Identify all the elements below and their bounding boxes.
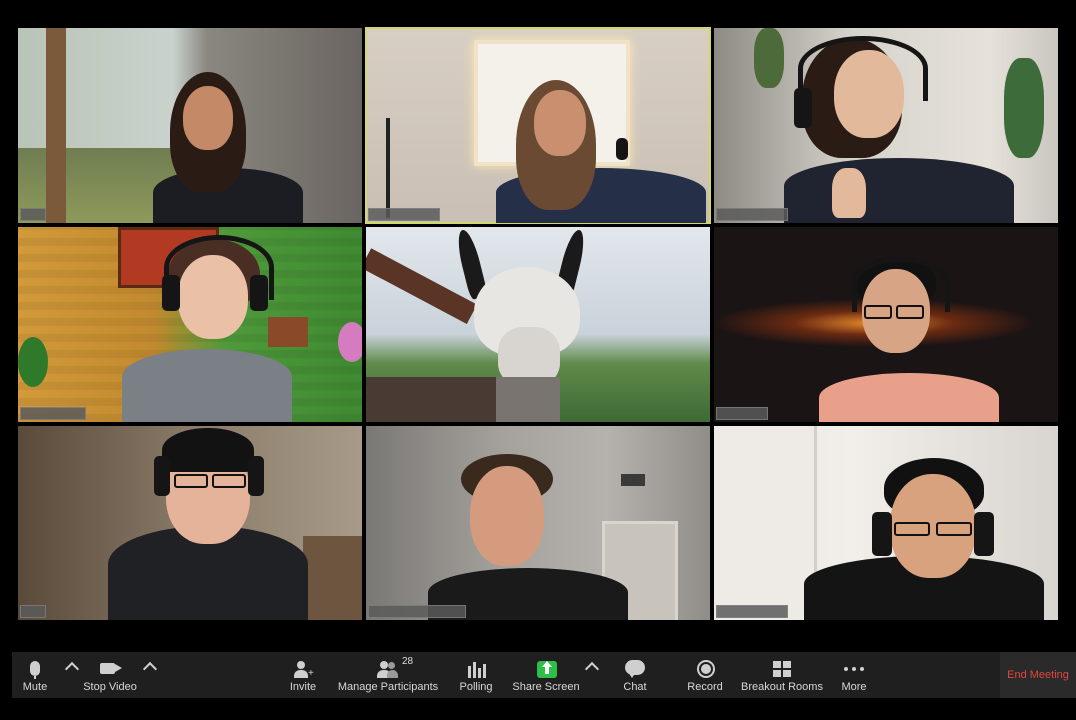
window-frame [46, 28, 66, 223]
door [714, 426, 817, 620]
headset-earpiece [248, 456, 264, 496]
glasses [174, 474, 208, 488]
headset-earpiece [872, 512, 892, 556]
glasses [212, 474, 246, 488]
shelf [303, 536, 362, 620]
glasses [896, 305, 924, 319]
invite-button[interactable]: + Invite [288, 652, 318, 698]
deck-railing [366, 377, 496, 422]
person-head [534, 90, 586, 156]
participant-video-tile[interactable] [18, 426, 362, 620]
share-screen-label: Share Screen [512, 681, 580, 693]
participant-video-tile-active-speaker[interactable] [365, 27, 711, 224]
game-building [268, 317, 308, 347]
beanie [162, 428, 254, 472]
chat-button[interactable]: Chat [618, 652, 652, 698]
headset-band [798, 36, 928, 101]
ellipsis-icon [839, 657, 869, 679]
people-icon [373, 657, 403, 679]
participant-count-badge: 28 [402, 656, 414, 667]
headset-earpiece [250, 275, 268, 311]
headset-earpiece [162, 275, 180, 311]
headset-band [852, 257, 950, 312]
bar-chart-icon [461, 657, 491, 679]
game-tree-blossom [338, 322, 362, 362]
manage-participants-label: Manage Participants [337, 681, 439, 693]
share-screen-button[interactable]: Share Screen [512, 652, 580, 698]
more-button[interactable]: More [838, 652, 870, 698]
chat-label: Chat [623, 681, 647, 693]
speech-bubble-icon [620, 657, 650, 679]
participant-video-tile[interactable] [18, 227, 362, 422]
add-person-icon: + [288, 657, 318, 679]
participant-video-tile[interactable] [18, 28, 362, 223]
headset-earpiece [794, 88, 812, 128]
breakout-rooms-button[interactable]: Breakout Rooms [741, 652, 823, 698]
headset-earpiece [616, 138, 628, 160]
participant-video-tile[interactable] [714, 28, 1058, 223]
glasses [864, 305, 892, 319]
share-options-chevron-up-icon[interactable] [584, 661, 600, 677]
llama-neck [496, 377, 560, 422]
record-button[interactable]: Record [686, 652, 724, 698]
person-head [183, 86, 233, 150]
participant-name-tag [716, 605, 788, 618]
participant-video-tile[interactable] [714, 426, 1058, 620]
participant-video-tile[interactable] [714, 227, 1058, 422]
headset-earpiece [974, 512, 994, 556]
person-body [784, 158, 1014, 223]
polling-label: Polling [459, 681, 493, 693]
participant-name-tag [716, 407, 768, 420]
manage-participants-button[interactable]: Manage Participants [338, 652, 438, 698]
lamp-stand [386, 118, 390, 218]
video-camera-icon [95, 657, 125, 679]
breakout-rooms-label: Breakout Rooms [741, 681, 823, 693]
person-head [470, 466, 544, 566]
plant [1004, 58, 1044, 158]
share-arrow-icon [531, 657, 561, 679]
waving-hand [832, 168, 866, 218]
air-vent [621, 474, 645, 486]
video-options-chevron-up-icon[interactable] [142, 661, 158, 677]
stop-video-button[interactable]: Stop Video [82, 652, 138, 698]
participant-name-tag [368, 605, 466, 618]
grid-icon [767, 657, 797, 679]
game-tree [18, 337, 48, 387]
microphone-icon [20, 657, 50, 679]
plant [754, 28, 784, 88]
participant-name-tag [20, 208, 46, 221]
meeting-toolbar: Mute Stop Video + Invite Manage Particip… [12, 652, 1076, 698]
mute-label: Mute [22, 681, 48, 693]
participant-video-tile[interactable] [366, 426, 710, 620]
participant-video-tile[interactable] [366, 227, 710, 422]
participant-name-tag [368, 208, 440, 221]
participant-name-tag [716, 208, 788, 221]
mute-button[interactable]: Mute [18, 652, 52, 698]
person-body [819, 373, 999, 422]
participant-name-tag [20, 605, 46, 618]
stop-video-label: Stop Video [83, 681, 137, 693]
more-label: More [841, 681, 867, 693]
glasses [894, 522, 930, 536]
audio-options-chevron-up-icon[interactable] [64, 661, 80, 677]
polling-button[interactable]: Polling [458, 652, 494, 698]
glasses [936, 522, 972, 536]
participant-name-tag [20, 407, 86, 420]
video-gallery [18, 27, 1058, 620]
record-icon [690, 657, 720, 679]
end-meeting-button[interactable]: End Meeting [1000, 652, 1076, 698]
invite-label: Invite [289, 681, 317, 693]
record-label: Record [687, 681, 723, 693]
person-body [122, 349, 292, 422]
headset-earpiece [154, 456, 170, 496]
